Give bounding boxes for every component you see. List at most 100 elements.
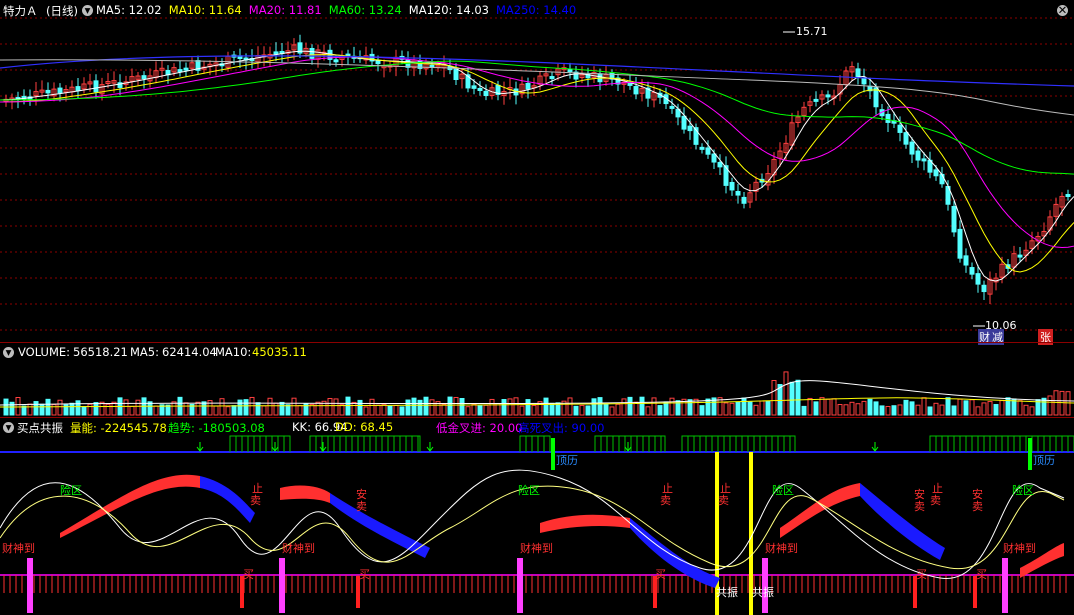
volume-bar	[201, 401, 207, 416]
signal-pane: ▾ 买点共振 量能: -224545.78 趋势: -180503.08 KK: 6…	[0, 418, 1074, 615]
volume-bar	[225, 406, 231, 416]
wealth-bar	[1002, 558, 1008, 613]
signal-label-wealth: 财神到	[1003, 542, 1036, 555]
candle	[915, 150, 921, 161]
candle	[825, 94, 831, 98]
ma-line	[0, 60, 1074, 175]
volume-bar	[21, 405, 27, 416]
volume-bar	[243, 399, 249, 416]
volume-bar	[951, 405, 957, 416]
volume-bar	[603, 403, 609, 416]
volume-bar	[1023, 404, 1029, 416]
volume-bar	[213, 405, 219, 416]
candle	[897, 124, 903, 133]
high-price-label: 15.71	[796, 25, 828, 38]
signal-label-danger_zone: 险区	[60, 484, 82, 497]
candle	[549, 76, 555, 80]
volume-bar	[915, 404, 921, 416]
volume-bar	[693, 398, 699, 416]
ma-label-4: MA120: 14.03	[408, 3, 489, 17]
volume-bar	[993, 404, 999, 416]
candle	[861, 77, 867, 85]
close-icon[interactable]: ✕	[1057, 4, 1068, 16]
volume-options-icon[interactable]: ▾	[3, 346, 14, 358]
candle	[669, 105, 675, 109]
signal-label-danger_zone: 险区	[518, 484, 540, 497]
volume-bar	[105, 403, 111, 416]
candle	[633, 86, 639, 95]
signal-label-danger_zone: 险区	[772, 484, 794, 497]
volume-bar	[999, 400, 1005, 416]
candle	[57, 87, 63, 94]
signal-label-resonance: 共振	[752, 586, 774, 599]
volume-bar	[9, 401, 15, 416]
volume-bar	[957, 398, 963, 416]
ribbon-up	[280, 485, 330, 503]
volume-bar	[381, 404, 387, 416]
volume-bar	[843, 404, 849, 416]
volume-bar	[219, 398, 225, 416]
signal-label-wealth: 财神到	[520, 542, 553, 555]
volume-bar	[531, 405, 537, 416]
signal-label-sell: 卖	[718, 494, 729, 507]
candle	[477, 87, 483, 91]
signal-item-1: 趋势: -180503.08	[168, 421, 265, 435]
volume-bar	[423, 396, 429, 416]
volume-bar	[645, 406, 651, 416]
candle	[525, 82, 531, 90]
ribbon-down	[200, 476, 255, 523]
signal-chart	[0, 435, 1074, 615]
volume-bar	[663, 401, 669, 416]
signal-label-sell: 卖	[660, 494, 671, 507]
signal-label-wealth: 财神到	[765, 542, 798, 555]
volume-bar	[447, 396, 453, 416]
volume-bar	[969, 399, 975, 416]
price-header: 特力Ａ (日线) ▾ MA5: 12.02 MA10: 11.64 MA20: 11…	[0, 0, 1074, 18]
volume-bar	[231, 405, 237, 416]
volume-bar	[783, 371, 789, 416]
volume-bar	[411, 397, 417, 416]
volume-bar	[363, 406, 369, 416]
volume-bar	[573, 405, 579, 416]
volume-bar	[375, 404, 381, 416]
candle	[969, 267, 975, 275]
candle	[975, 273, 981, 285]
volume-bar	[69, 402, 75, 416]
price-pane: 特力Ａ (日线) ▾ MA5: 12.02 MA10: 11.64 MA20: 11…	[0, 0, 1074, 345]
volume-bar	[705, 398, 711, 416]
volume-bar	[801, 405, 807, 416]
volume-bar	[351, 401, 357, 416]
wealth-bar	[517, 558, 523, 613]
volume-bar	[825, 398, 831, 416]
signal-label-sell: 卖	[930, 494, 941, 507]
volume-bar	[609, 406, 615, 416]
signal-options-icon[interactable]: ▾	[3, 421, 14, 433]
signal-label-sell: 卖	[914, 500, 925, 513]
volume-bar	[591, 398, 597, 416]
volume-bar	[1017, 400, 1023, 416]
volume-bar	[753, 404, 759, 416]
volume-bar	[291, 397, 297, 416]
volume-bar	[327, 397, 333, 416]
volume-bar	[513, 397, 519, 416]
ma-label-0: MA5: 12.02	[96, 3, 162, 17]
volume-bar	[729, 402, 735, 416]
candle	[981, 284, 987, 293]
candle	[141, 75, 147, 80]
signal-item-4: 低金叉进: 20.00	[436, 421, 523, 435]
signal-label-wealth: 财神到	[282, 542, 315, 555]
volume-bar	[669, 397, 675, 416]
volume-ma5-label: MA5:	[130, 345, 159, 359]
volume-bar	[879, 405, 885, 416]
signal-label-buy: 买	[976, 568, 987, 581]
signal-label-sell: 卖	[356, 500, 367, 513]
volume-bar	[585, 405, 591, 416]
volume-title: VOLUME:	[18, 345, 71, 359]
signal-label-sell: 卖	[250, 494, 261, 507]
volume-bar	[891, 405, 897, 416]
volume-bar	[93, 402, 99, 416]
volume-bar	[357, 399, 363, 416]
volume-bar	[171, 401, 177, 416]
volume-bar	[699, 405, 705, 416]
price-options-icon[interactable]: ▾	[82, 4, 93, 16]
